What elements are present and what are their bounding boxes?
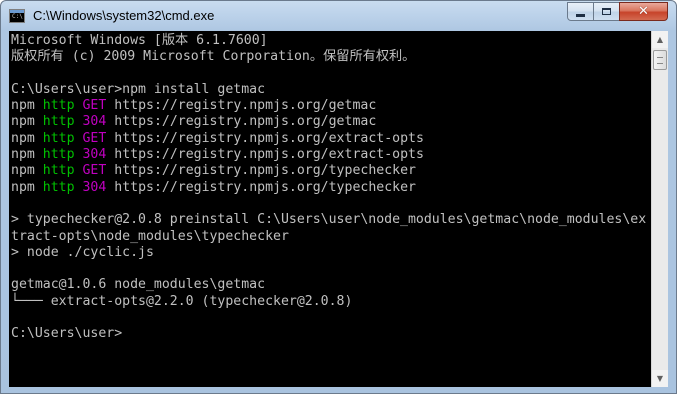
console-text: npm: [11, 130, 43, 146]
vertical-scrollbar[interactable]: ▲ ▼: [651, 31, 668, 387]
console-text: C:\Users\user>npm install getmac: [11, 81, 266, 97]
scrollbar-thumb[interactable]: [653, 50, 667, 70]
console-text: 304: [82, 114, 107, 130]
console-text: http: [42, 130, 75, 146]
console-text: npm: [11, 163, 43, 179]
console-text: https://registry.npmjs.org/getmac: [106, 98, 377, 114]
console-line: 版权所有 (c) 2009 Microsoft Corporation。保留所有…: [11, 49, 646, 65]
console-text: GET: [82, 98, 107, 114]
scroll-down-button[interactable]: ▼: [652, 370, 668, 387]
console-text: https://registry.npmjs.org/extract-opts: [106, 147, 424, 163]
console-text: > typechecker@2.0.8 preinstall C:\Users\…: [11, 212, 647, 228]
minimize-button[interactable]: [567, 2, 594, 21]
window-bottom-border: [1, 387, 676, 393]
console-line: tract-opts\node_modules\typechecker: [11, 229, 646, 245]
console-lines: Microsoft Windows [版本 6.1.7600] 版权所有 (c) …: [11, 33, 646, 343]
console-line: └─── extract-opts@2.2.0 (typechecker@2.0…: [11, 294, 646, 310]
title-bar[interactable]: C:\ C:\Windows\system32\cmd.exe ✕: [1, 1, 676, 31]
console-text: http: [42, 98, 75, 114]
close-icon: ✕: [638, 4, 649, 19]
console-text: https://registry.npmjs.org/typechecker: [106, 179, 416, 195]
cmd-window: C:\ C:\Windows\system32\cmd.exe ✕ Micros…: [0, 0, 677, 394]
console-text: npm: [11, 179, 43, 195]
console-line: Microsoft Windows [版本 6.1.7600]: [11, 33, 646, 49]
scroll-up-arrow-icon: ▲: [656, 35, 664, 44]
console-text: http: [42, 114, 75, 130]
minimize-icon: [576, 13, 585, 17]
console-line: npm http 304 https://registry.npmjs.org/…: [11, 147, 646, 163]
console-text: https://registry.npmjs.org/getmac: [106, 114, 377, 130]
close-button[interactable]: ✕: [619, 2, 668, 21]
console-text: C:\Users\user>: [11, 326, 123, 342]
console-line: npm http GET https://registry.npmjs.org/…: [11, 98, 646, 114]
console-text: npm: [11, 147, 43, 163]
console-text: 版权所有 (c) 2009 Microsoft Corporation。保留所有…: [11, 49, 416, 65]
console-line: npm http 304 https://registry.npmjs.org/…: [11, 114, 646, 130]
console-text: Microsoft Windows [版本 6.1.7600]: [11, 33, 268, 48]
console-line: C:\Users\user>npm install getmac: [11, 82, 646, 98]
console-text: http: [42, 163, 75, 179]
console-line: getmac@1.0.6 node_modules\getmac: [11, 277, 646, 293]
maximize-icon: [602, 8, 611, 15]
console-text: https://registry.npmjs.org/extract-opts: [106, 130, 424, 146]
console-text: npm: [11, 98, 43, 114]
cmd-icon-label: C:\: [12, 13, 23, 20]
cmd-icon[interactable]: C:\: [9, 9, 25, 23]
console-text: http: [42, 147, 75, 163]
maximize-button[interactable]: [593, 2, 620, 21]
scroll-up-button[interactable]: ▲: [652, 31, 668, 48]
console-text: http: [42, 179, 75, 195]
console-text: > node ./cyclic.js: [11, 244, 154, 260]
console-line: npm http 304 https://registry.npmjs.org/…: [11, 180, 646, 196]
console-line: > typechecker@2.0.8 preinstall C:\Users\…: [11, 212, 646, 228]
console-text: GET: [82, 130, 107, 146]
console-text: 304: [82, 147, 107, 163]
console-text: npm: [11, 114, 43, 130]
console-line: npm http GET https://registry.npmjs.org/…: [11, 131, 646, 147]
console-line: npm http GET https://registry.npmjs.org/…: [11, 163, 646, 179]
console-text: getmac@1.0.6 node_modules\getmac: [11, 277, 266, 293]
scroll-down-arrow-icon: ▼: [656, 374, 664, 383]
console-text: https://registry.npmjs.org/typechecker: [106, 163, 416, 179]
console-line: C:\Users\user>: [11, 326, 646, 342]
window-title: C:\Windows\system32\cmd.exe: [33, 8, 215, 23]
console-text: └─── extract-opts@2.2.0 (typechecker@2.0…: [11, 293, 353, 309]
console-text: 304: [82, 179, 107, 195]
console-line: > node ./cyclic.js: [11, 245, 646, 261]
console-text: tract-opts\node_modules\typechecker: [11, 228, 289, 244]
console-text: GET: [82, 163, 107, 179]
console-output[interactable]: Microsoft Windows [版本 6.1.7600] 版权所有 (c) …: [9, 31, 651, 387]
